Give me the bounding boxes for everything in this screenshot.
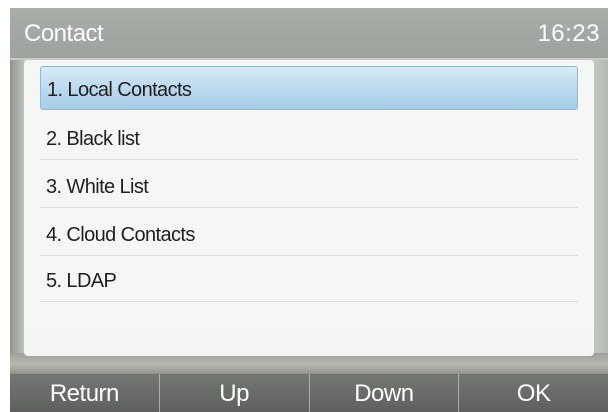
down-button[interactable]: Down	[308, 374, 459, 412]
menu-item-local-contacts[interactable]: 1. Local Contacts	[40, 66, 578, 110]
ok-button[interactable]: OK	[458, 374, 608, 412]
softkey-bar: Return Up Down OK	[10, 374, 608, 412]
menu-item-cloud-contacts[interactable]: 4. Cloud Contacts	[40, 212, 578, 256]
contact-menu-list: 1. Local Contacts 2. Black list 3. White…	[24, 60, 594, 356]
divider	[40, 159, 578, 160]
return-button[interactable]: Return	[10, 374, 159, 412]
menu-item-label: 5. LDAP	[46, 270, 117, 292]
menu-item-label: 3. White List	[46, 176, 149, 198]
title-bar: Contact 16:23	[10, 8, 608, 58]
menu-item-ldap[interactable]: 5. LDAP	[40, 258, 578, 302]
wallpaper-right-edge	[594, 60, 608, 360]
clock: 16:23	[537, 20, 600, 47]
menu-item-label: 2. Black list	[46, 128, 140, 150]
screen-title: Contact	[24, 20, 104, 47]
wallpaper-left-edge	[10, 60, 24, 360]
menu-item-label: 1. Local Contacts	[47, 79, 192, 101]
menu-item-label: 4. Cloud Contacts	[46, 224, 195, 246]
phone-screen: Contact 16:23 1. Local Contacts 2. Black…	[10, 8, 608, 412]
divider	[40, 301, 578, 302]
menu-item-black-list[interactable]: 2. Black list	[40, 116, 578, 160]
divider	[40, 207, 578, 208]
up-button[interactable]: Up	[158, 374, 309, 412]
wallpaper-shoreline	[10, 353, 608, 375]
menu-item-white-list[interactable]: 3. White List	[40, 164, 578, 208]
divider	[40, 255, 578, 256]
